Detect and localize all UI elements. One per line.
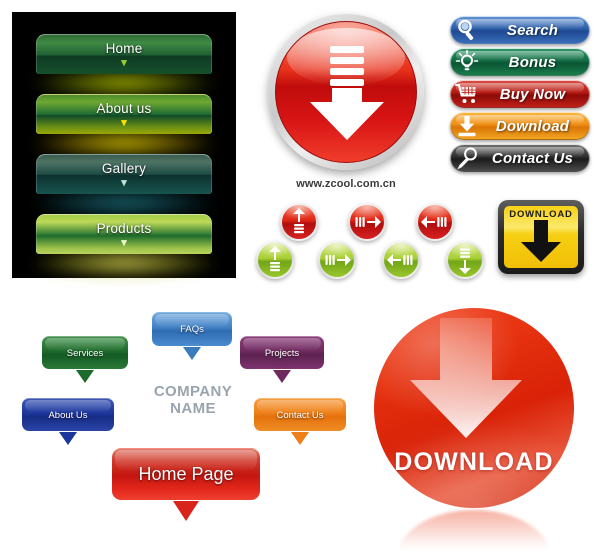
bubble-label-about-us: About Us [48,409,88,421]
yellow-download-button[interactable]: DOWNLOAD [498,200,584,274]
company-name-line2: NAME [170,400,216,417]
bubble-tail-icon [59,432,77,445]
big-download-label: DOWNLOAD [394,448,554,476]
bubble-tail-icon [183,347,201,360]
big-download-reflection [398,510,550,556]
round-arrow-face [448,243,482,277]
download-tray-icon [454,113,480,139]
chevron-down-icon: ▾ [121,237,127,249]
bubble-tail-icon [291,432,309,445]
bubble-tail-icon [273,370,291,383]
round-arrow-button-down-green[interactable] [446,241,484,279]
bubble-button-projects[interactable]: Projects [222,336,342,400]
chevron-down-icon: ▾ [121,57,127,69]
bubble-button-home-page[interactable]: Home Page [91,448,281,546]
lightbulb-icon [454,49,480,75]
nav-button-gallery[interactable]: Gallery ▾ [36,154,212,194]
round-arrow-face [418,205,452,239]
yellow-download-face: DOWNLOAD [504,206,578,268]
pill-button-search[interactable]: Search [450,16,590,44]
arrow-left-icon [421,216,447,228]
pill-button-bonus[interactable]: Bonus [450,48,590,76]
pill-label-bonus: Bonus [508,53,557,71]
chevron-down-icon: ▾ [121,117,127,129]
bubble-tail-icon [173,501,199,521]
pill-label-download: Download [495,117,570,135]
pen-icon [454,145,480,171]
nav-button-about-wrap: About us ▾ [30,94,218,158]
round-arrow-button-right-green[interactable] [318,241,356,279]
nav-button-products-wrap: Products ▾ [30,214,218,278]
nav-button-home-wrap: Home ▾ [30,34,218,98]
watermark-url: www.zcool.com.cn [296,178,396,190]
pill-face: Download [451,113,589,139]
nav-button-gallery-wrap: Gallery ▾ [30,154,218,218]
yellow-download-label: DOWNLOAD [509,209,573,220]
pill-face: Contact Us [451,145,589,171]
bubble-button-faqs[interactable]: FAQs [132,312,252,378]
big-download-face: DOWNLOAD [374,308,574,508]
bubble-body-faqs: FAQs [152,312,232,360]
nav-label-gallery: Gallery [101,161,147,176]
pill-label-contact-us: Contact Us [491,149,574,167]
pill-button-download[interactable]: Download [450,112,590,140]
round-arrow-button-left-red[interactable] [416,203,454,241]
bubble-label-services: Services [66,347,104,359]
bubble-label-home-page: Home Page [138,464,234,484]
bubble-label-projects: Projects [264,347,300,359]
arrow-up-icon [293,208,305,234]
pill-face: Bonus [451,49,589,75]
pill-button-buy-now[interactable]: Buy Now [450,80,590,108]
bubble-button-contact-us[interactable]: Contact Us [240,398,360,462]
pill-label-search: Search [506,21,559,39]
magnifier-icon [454,17,480,43]
round-arrow-button-left-green[interactable] [382,241,420,279]
pill-face: Buy Now [451,81,589,107]
bubble-body-home-page: Home Page [112,448,260,521]
arrow-right-icon [355,216,381,228]
red-circle-download-button[interactable] [268,14,424,170]
round-arrow-button-up-green[interactable] [256,241,294,279]
arrow-right-icon [325,254,351,266]
nav-label-home: Home [105,41,143,56]
bubble-tail-icon [76,370,94,383]
pill-label-buy-now: Buy Now [499,85,566,103]
nav-button-home[interactable]: Home ▾ [36,34,212,74]
chevron-down-icon: ▾ [121,177,127,189]
nav-button-about[interactable]: About us ▾ [36,94,212,134]
company-name-line1: COMPANY [153,383,233,400]
red-circle-face [275,21,417,163]
bubble-body-services: Services [42,336,128,383]
arrow-down-icon [459,248,471,274]
arrow-left-icon [387,254,413,266]
bubble-label-contact-us: Contact Us [276,409,324,421]
bubble-body-about-us: About Us [22,398,114,445]
nav-label-about: About us [96,101,152,116]
round-arrow-face [384,243,418,277]
shopping-cart-icon [454,81,480,107]
bubble-body-projects: Projects [240,336,324,383]
dark-nav-panel: Home ▾ About us ▾ Gallery ▾ Products ▾ [12,12,236,278]
arrow-down-icon [410,318,522,438]
round-arrow-face [258,243,292,277]
pill-button-contact-us[interactable]: Contact Us [450,144,590,172]
round-arrow-face [282,205,316,239]
company-name-text: COMPANY NAME [138,383,248,417]
round-arrow-face [320,243,354,277]
nav-button-products[interactable]: Products ▾ [36,214,212,254]
bubble-label-faqs: FAQs [180,324,204,335]
nav-label-products: Products [96,221,152,236]
round-arrow-button-right-red[interactable] [348,203,386,241]
pill-face: Search [451,17,589,43]
arrow-up-icon [269,246,281,272]
bubble-button-about-us[interactable]: About Us [8,398,128,462]
asset-sheet-canvas: Home ▾ About us ▾ Gallery ▾ Products ▾ w… [0,0,600,560]
bubble-button-services[interactable]: Services [25,336,145,400]
round-arrow-face [350,205,384,239]
big-download-button[interactable]: DOWNLOAD [374,308,574,556]
round-arrow-button-up-red[interactable] [280,203,318,241]
bubble-body-contact-us: Contact Us [254,398,346,445]
download-arrow-icon [310,46,384,140]
